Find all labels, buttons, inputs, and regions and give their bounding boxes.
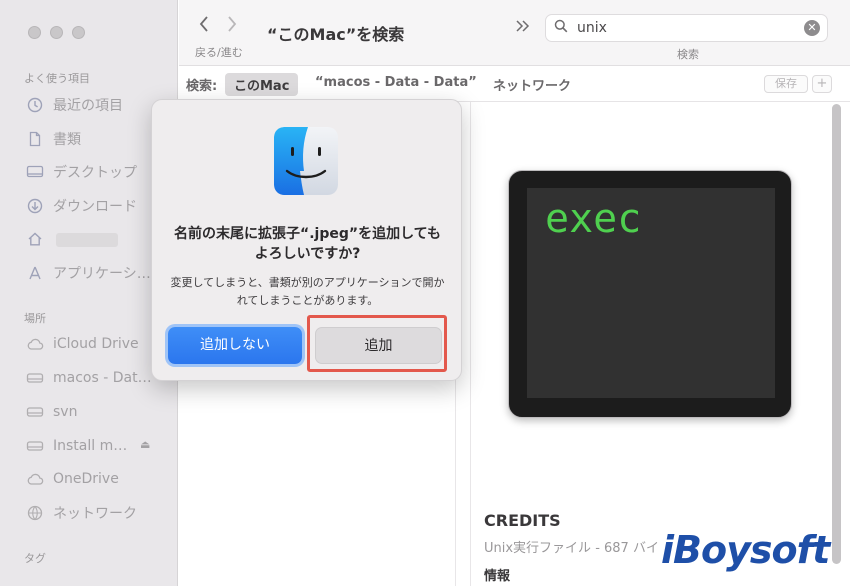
dialog-message: 変更してしまうと、書類が別のアプリケーションで開かれてしまうことがあります。 <box>170 276 445 307</box>
favorites-header: よく使う項目 <box>24 72 90 85</box>
search-scope-bar: 検索: このMac “macos - Data - Data” ネットワーク 保… <box>179 66 850 102</box>
scope-this-mac[interactable]: このMac <box>225 73 299 96</box>
forward-button[interactable] <box>227 14 237 38</box>
info-header: 情報 <box>484 569 511 584</box>
sidebar-item-recents[interactable]: 最近の項目 <box>26 95 123 115</box>
sidebar-item-applications[interactable]: アプリケーシ… <box>26 263 151 283</box>
sidebar-item-svn[interactable]: svn <box>26 403 77 421</box>
eject-icon[interactable]: ⏏ <box>140 438 150 451</box>
search-icon <box>554 19 568 37</box>
locations-header: 場所 <box>24 312 46 325</box>
dialog-title: 名前の末尾に拡張子“.jpeg”を追加してもよろしいですか? <box>174 226 441 262</box>
drive-icon <box>26 437 44 455</box>
cloud-icon <box>26 470 44 488</box>
window-controls <box>28 26 85 39</box>
sidebar-item-desktop[interactable]: デスクトップ <box>26 162 137 182</box>
nav-buttons <box>199 14 237 38</box>
nav-label: 戻る/進む <box>195 46 243 59</box>
save-search-button[interactable]: 保存 <box>764 75 808 93</box>
double-chevron-icon <box>516 20 530 32</box>
toolbar: 戻る/進む “このMac”を検索 unix ✕ 検索 <box>179 0 850 66</box>
sidebar-item-icloud[interactable]: iCloud Drive <box>26 335 139 353</box>
clear-search-icon[interactable]: ✕ <box>804 20 820 36</box>
scope-macos-data[interactable]: “macos - Data - Data” <box>315 75 477 90</box>
column-divider[interactable] <box>470 102 471 586</box>
network-icon <box>26 504 44 522</box>
file-kind-size: Unix実行ファイル - 687 バイ <box>484 541 659 556</box>
dont-add-button[interactable]: 追加しない <box>168 327 302 364</box>
window-title: “このMac”を検索 <box>267 25 405 44</box>
chevron-left-icon <box>199 16 208 32</box>
zoom-window-button[interactable] <box>72 26 85 39</box>
back-button[interactable] <box>199 14 209 38</box>
scope-network[interactable]: ネットワーク <box>493 75 571 94</box>
clock-icon <box>26 96 44 114</box>
exec-file-icon: exec <box>508 170 792 418</box>
sidebar-item-macos-data[interactable]: macos - Dat… <box>26 369 152 387</box>
applications-icon <box>26 264 44 282</box>
sidebar-item-network[interactable]: ネットワーク <box>26 503 137 523</box>
add-criteria-button[interactable]: + <box>812 75 832 93</box>
terminal-screen: exec <box>527 188 775 398</box>
document-icon <box>26 130 44 148</box>
download-icon <box>26 197 44 215</box>
preview-scrollbar[interactable] <box>832 104 841 564</box>
finder-icon <box>274 127 338 195</box>
chevron-right-icon <box>228 16 237 32</box>
sidebar-item-install[interactable]: Install m… <box>26 437 127 455</box>
scope-label: 検索: <box>186 79 218 94</box>
exec-label: exec <box>545 196 642 242</box>
sidebar-item-documents[interactable]: 書類 <box>26 129 81 149</box>
toolbar-overflow-button[interactable] <box>515 18 531 37</box>
search-field[interactable]: unix ✕ <box>545 14 828 42</box>
iboysoft-watermark: iBoysoft <box>661 528 830 572</box>
cloud-icon <box>26 335 44 353</box>
home-icon <box>26 230 44 248</box>
sidebar-item-downloads[interactable]: ダウンロード <box>26 196 137 216</box>
drive-icon <box>26 403 44 421</box>
search-label: 検索 <box>677 48 699 61</box>
highlight-annotation <box>307 315 447 372</box>
sidebar-item-onedrive[interactable]: OneDrive <box>26 470 119 488</box>
file-name: CREDITS <box>484 511 561 530</box>
sidebar-item-home[interactable] <box>26 230 53 248</box>
drive-icon <box>26 369 44 387</box>
search-input[interactable]: unix <box>577 20 607 36</box>
tags-header: タグ <box>24 552 46 565</box>
minimize-window-button[interactable] <box>50 26 63 39</box>
close-window-button[interactable] <box>28 26 41 39</box>
desktop-icon <box>26 163 44 181</box>
redacted-username <box>56 233 118 247</box>
